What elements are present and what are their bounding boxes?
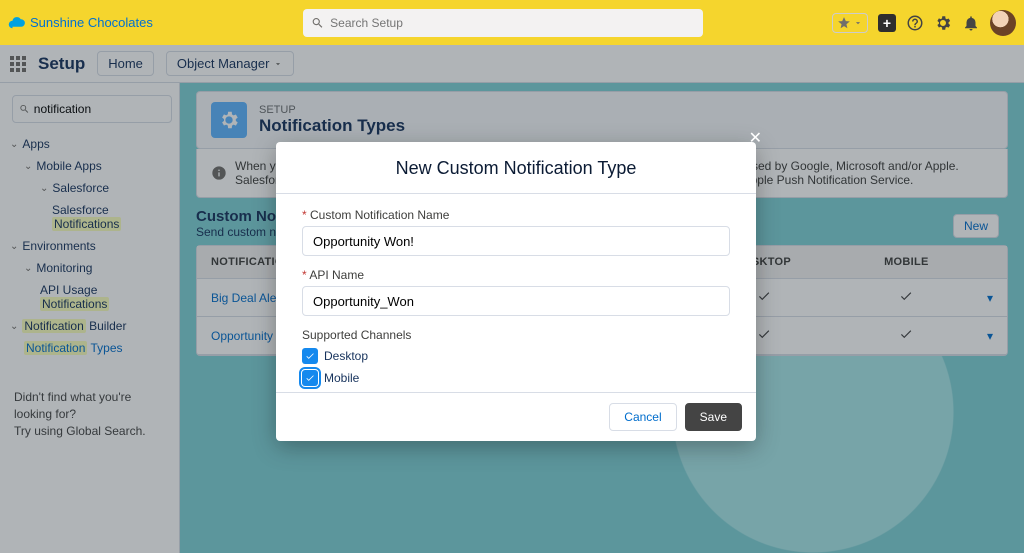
brand-logo[interactable]: Sunshine Chocolates bbox=[8, 14, 153, 32]
checkbox-mobile-row: Mobile bbox=[302, 370, 730, 386]
search-icon bbox=[311, 16, 324, 30]
cancel-button[interactable]: Cancel bbox=[609, 403, 676, 431]
global-search-input[interactable] bbox=[330, 16, 695, 30]
checkbox-mobile[interactable] bbox=[302, 370, 318, 386]
checkbox-mobile-label: Mobile bbox=[324, 371, 359, 385]
header-actions: + bbox=[832, 10, 1016, 36]
api-label: API Name bbox=[302, 268, 730, 282]
check-icon bbox=[305, 373, 315, 383]
modal-title: New Custom Notification Type bbox=[276, 142, 756, 194]
channels-group: Supported Channels Desktop Mobile bbox=[302, 328, 730, 386]
modal-body: Custom Notification Name API Name Suppor… bbox=[276, 194, 756, 392]
bell-icon[interactable] bbox=[962, 14, 980, 32]
user-avatar[interactable] bbox=[990, 10, 1016, 36]
notification-name-input[interactable] bbox=[302, 226, 730, 256]
save-button[interactable]: Save bbox=[685, 403, 742, 431]
global-actions-button[interactable]: + bbox=[878, 14, 896, 32]
brand-name: Sunshine Chocolates bbox=[30, 15, 153, 30]
check-icon bbox=[305, 351, 315, 361]
brand-bar: Sunshine Chocolates + bbox=[0, 0, 1024, 45]
checkbox-desktop[interactable] bbox=[302, 348, 318, 364]
modal-footer: Cancel Save bbox=[276, 392, 756, 441]
checkbox-desktop-label: Desktop bbox=[324, 349, 368, 363]
star-icon bbox=[837, 16, 851, 30]
cloud-icon bbox=[8, 14, 26, 32]
help-icon[interactable] bbox=[906, 14, 924, 32]
name-label: Custom Notification Name bbox=[302, 208, 730, 222]
close-icon[interactable]: ✕ bbox=[749, 128, 762, 148]
checkbox-desktop-row: Desktop bbox=[302, 348, 730, 364]
global-search[interactable] bbox=[303, 9, 703, 37]
favorites-button[interactable] bbox=[832, 13, 868, 33]
api-name-input[interactable] bbox=[302, 286, 730, 316]
channels-label: Supported Channels bbox=[302, 328, 730, 342]
new-notification-modal: ✕ New Custom Notification Type Custom No… bbox=[276, 142, 756, 441]
chevron-down-icon bbox=[853, 18, 863, 28]
gear-icon[interactable] bbox=[934, 14, 952, 32]
